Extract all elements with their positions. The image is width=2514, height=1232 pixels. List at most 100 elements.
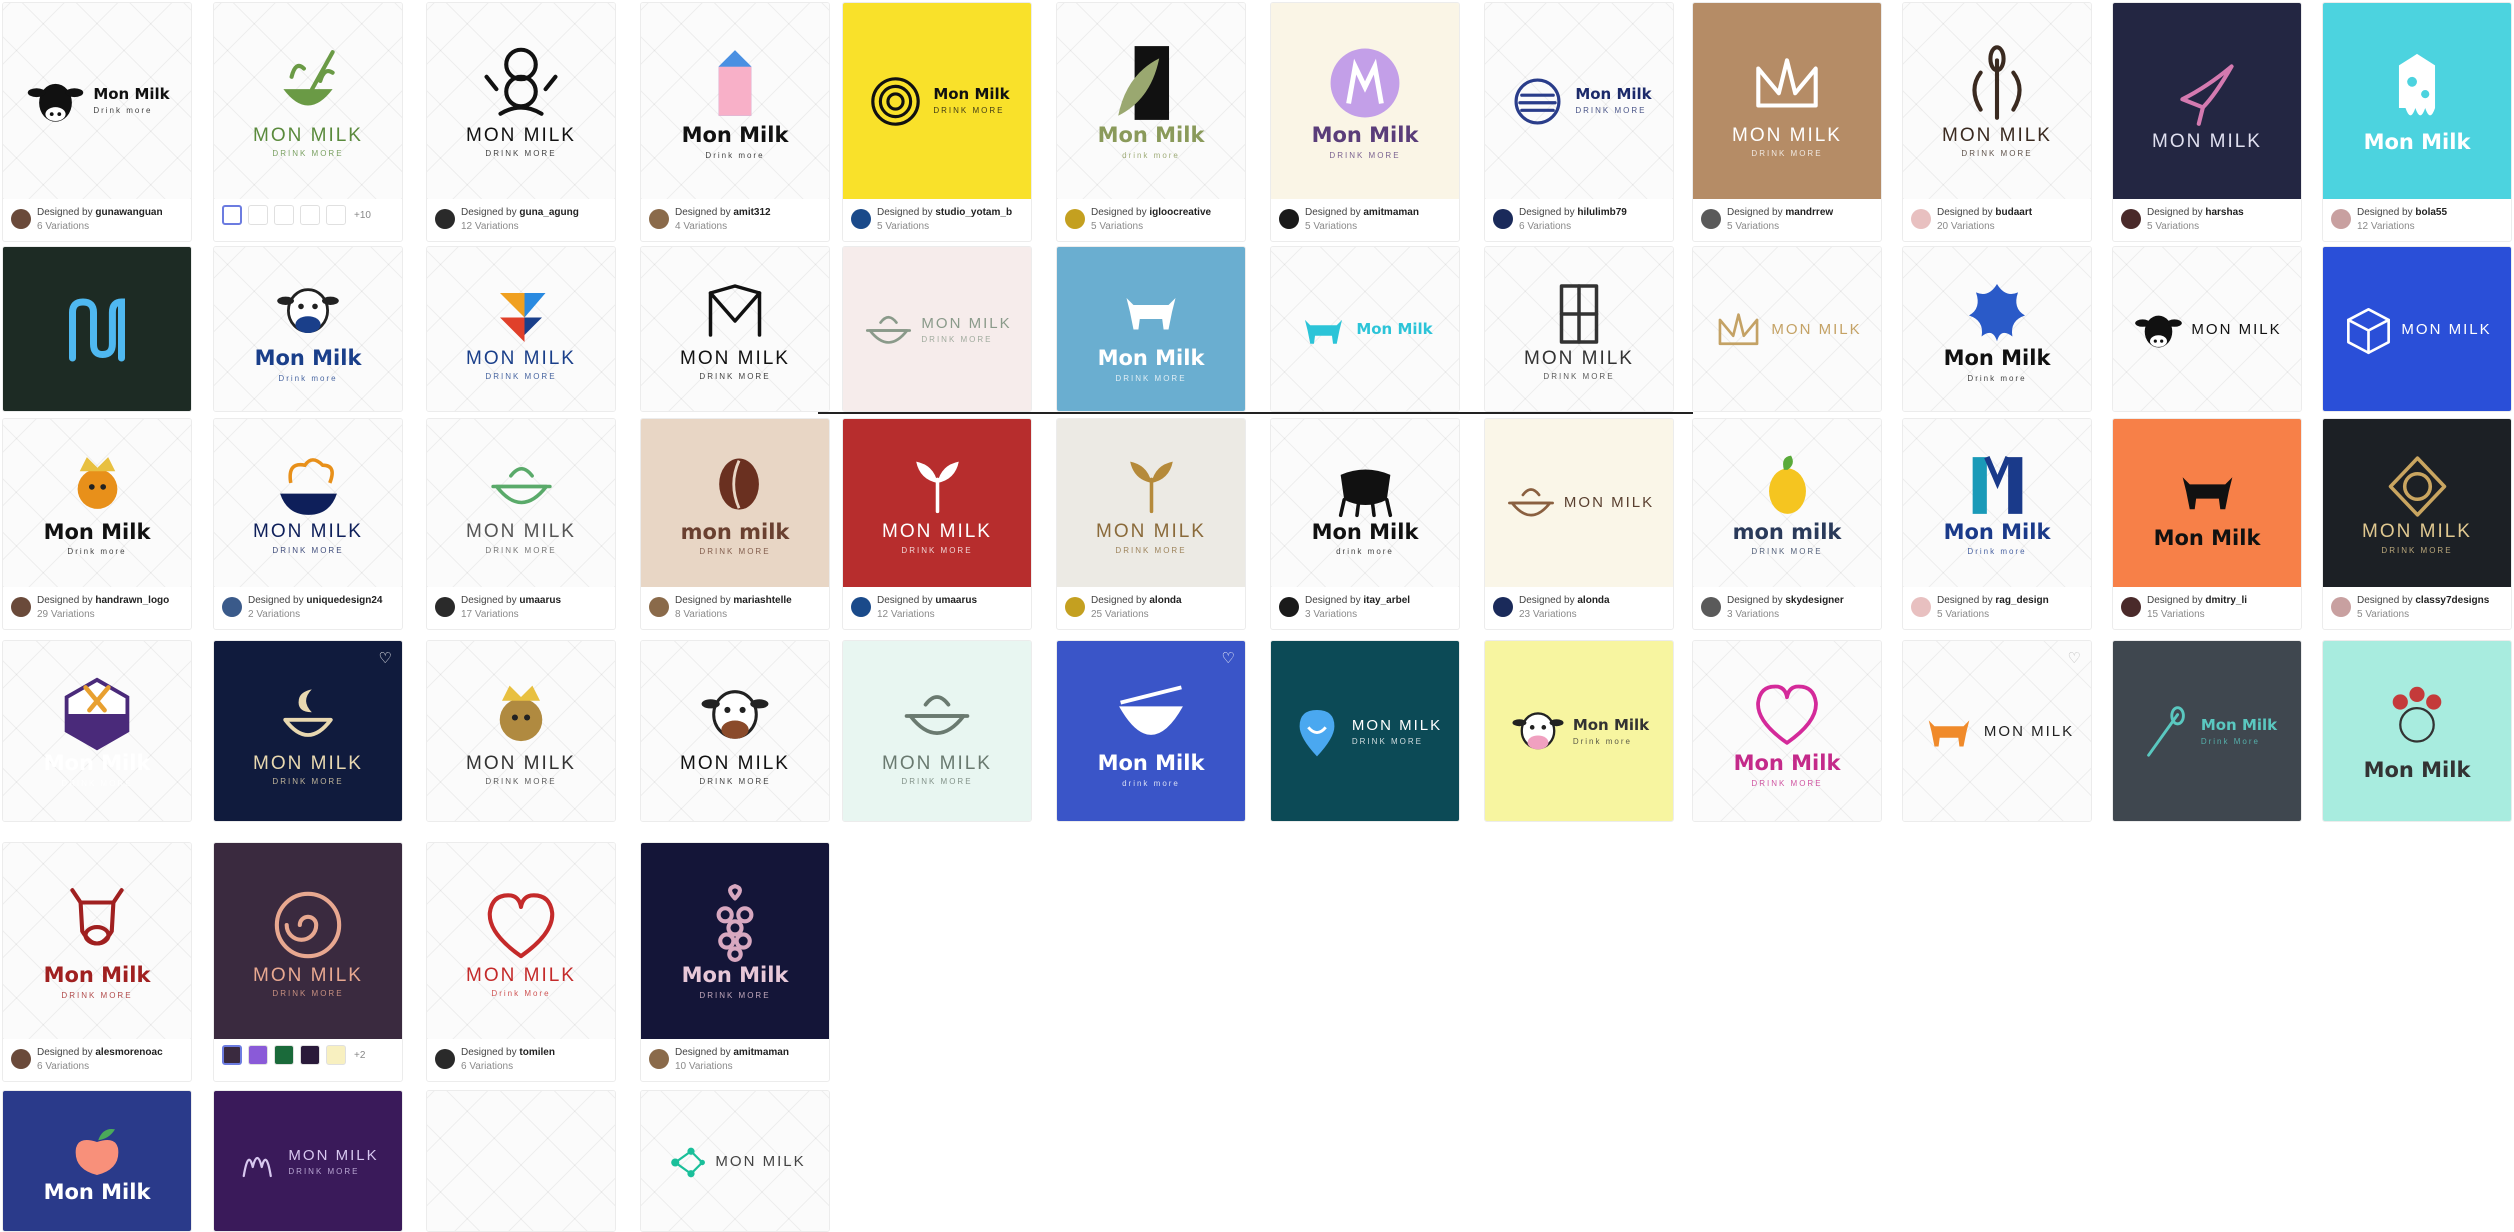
logo-card[interactable]: Mon Milk drink more Designed by igloocreat…: [1056, 2, 1246, 242]
designer-credit[interactable]: Designed by classy7designs: [2357, 595, 2489, 606]
logo-card[interactable]: MON MILK DRINK MORE: [1484, 246, 1674, 412]
logo-card[interactable]: MON MILK: [640, 1090, 830, 1232]
avatar[interactable]: [2331, 209, 2351, 229]
logo-preview[interactable]: Mon Milk DRINK MORE: [641, 843, 829, 1039]
avatar[interactable]: [11, 209, 31, 229]
logo-preview[interactable]: MON MILK DRINK MORE: [1057, 419, 1245, 587]
logo-card[interactable]: Mon Milk Drink more: [1484, 640, 1674, 822]
designer-name[interactable]: harshas: [2205, 207, 2243, 218]
avatar[interactable]: [649, 209, 669, 229]
avatar[interactable]: [435, 209, 455, 229]
logo-preview[interactable]: MON MILK DRINK MORE ♡: [214, 641, 402, 821]
logo-preview[interactable]: Mon Milk Drink more: [3, 3, 191, 199]
logo-preview[interactable]: MON MILK Drink More: [427, 843, 615, 1039]
logo-card[interactable]: Mon Milk Drink more: [1902, 246, 2092, 412]
logo-card[interactable]: MON MILK DRINK MORE +10: [213, 2, 403, 242]
avatar[interactable]: [1911, 597, 1931, 617]
designer-credit[interactable]: Designed by dmitry_li: [2147, 595, 2247, 606]
logo-preview[interactable]: Mon Milk drink more ♡: [1057, 641, 1245, 821]
logo-card[interactable]: [426, 1090, 616, 1232]
avatar[interactable]: [2121, 597, 2141, 617]
logo-card[interactable]: Mon Milk DRINK MORE Designed by hilulimb79…: [1484, 2, 1674, 242]
designer-name[interactable]: classy7designs: [2415, 595, 2489, 606]
designer-credit[interactable]: Designed by budaart: [1937, 207, 2032, 218]
logo-preview[interactable]: MON MILK: [1485, 419, 1673, 587]
logo-preview[interactable]: Mon Milk DRINK MORE: [843, 3, 1031, 199]
avatar[interactable]: [1911, 209, 1931, 229]
designer-credit[interactable]: Designed by amit312: [675, 207, 771, 218]
logo-preview[interactable]: [427, 1091, 615, 1231]
designer-credit[interactable]: Designed by alonda: [1519, 595, 1610, 606]
logo-card[interactable]: MON MILK DRINK MORE: [640, 246, 830, 412]
logo-preview[interactable]: MON MILK DRINK MORE: [843, 247, 1031, 411]
logo-card[interactable]: MON MILK: [2322, 246, 2512, 412]
designer-name[interactable]: handrawn_logo: [95, 595, 169, 606]
logo-preview[interactable]: Mon Milk Drink more: [1903, 247, 2091, 411]
logo-card[interactable]: MON MILK Designed by harshas 5 Variations: [2112, 2, 2302, 242]
logo-preview[interactable]: MON MILK DRINK MORE: [214, 1091, 402, 1231]
logo-preview[interactable]: MON MILK ♡: [1903, 641, 2091, 821]
logo-card[interactable]: MON MILK DRINK MORE Designed by alonda 25 V…: [1056, 418, 1246, 630]
color-swatch[interactable]: [300, 205, 320, 225]
heart-icon[interactable]: ♡: [1222, 649, 1235, 667]
logo-card[interactable]: MON MILK DRINK MORE +2: [213, 842, 403, 1082]
logo-preview[interactable]: Mon Milk: [3, 1091, 191, 1231]
logo-preview[interactable]: Mon Milk Drink more: [641, 3, 829, 199]
designer-credit[interactable]: Designed by alesmorenoac: [37, 1047, 163, 1058]
logo-card[interactable]: Mon Milk Drink more Designed by gunawangua…: [2, 2, 192, 242]
designer-name[interactable]: guna_agung: [519, 207, 578, 218]
designer-name[interactable]: umaarus: [935, 595, 977, 606]
designer-name[interactable]: amitmaman: [733, 1047, 789, 1058]
logo-preview[interactable]: MON MILK DRINK MORE: [214, 3, 402, 199]
designer-name[interactable]: igloocreative: [1149, 207, 1211, 218]
logo-card[interactable]: MON MILK Drink More Designed by tomilen 6 V…: [426, 842, 616, 1082]
designer-name[interactable]: dmitry_li: [2205, 595, 2247, 606]
logo-preview[interactable]: MON MILK DRINK MORE: [427, 247, 615, 411]
designer-name[interactable]: hilulimb79: [1577, 207, 1626, 218]
color-swatch[interactable]: [274, 205, 294, 225]
logo-card[interactable]: MON MILK DRINK MORE Designed by umaarus 12 …: [842, 418, 1032, 630]
color-swatch[interactable]: [222, 205, 242, 225]
designer-credit[interactable]: Designed by guna_agung: [461, 207, 579, 218]
heart-icon[interactable]: ♡: [2068, 649, 2081, 667]
designer-name[interactable]: skydesigner: [1785, 595, 1843, 606]
heart-icon[interactable]: ♡: [379, 649, 392, 667]
logo-card[interactable]: MON MILK DRINK MORE: [842, 246, 1032, 412]
avatar[interactable]: [1279, 209, 1299, 229]
logo-card[interactable]: Mon Milk DRINK MORE: [1056, 246, 1246, 412]
logo-card[interactable]: MON MILK Designed by alonda 23 Variations: [1484, 418, 1674, 630]
designer-name[interactable]: itay_arbel: [1363, 595, 1410, 606]
logo-preview[interactable]: Mon Milk DRINK MORE: [3, 641, 191, 821]
logo-card[interactable]: MON MILK ♡: [1902, 640, 2092, 822]
logo-preview[interactable]: MON MILK: [1693, 247, 1881, 411]
designer-name[interactable]: uniquedesign24: [306, 595, 382, 606]
logo-preview[interactable]: Mon Milk DRINK MORE: [1057, 247, 1245, 411]
avatar[interactable]: [1701, 209, 1721, 229]
logo-card[interactable]: Mon Milk: [2322, 640, 2512, 822]
logo-card[interactable]: Mon Milk DRINK MORE: [1692, 640, 1882, 822]
logo-preview[interactable]: mon milk DRINK MORE: [1693, 419, 1881, 587]
avatar[interactable]: [1701, 597, 1721, 617]
logo-card[interactable]: Mon Milk DRINK MORE Designed by amitmaman 5…: [1270, 2, 1460, 242]
logo-preview[interactable]: MON MILK DRINK MORE: [641, 247, 829, 411]
designer-name[interactable]: budaart: [1995, 207, 2032, 218]
designer-name[interactable]: alonda: [1577, 595, 1609, 606]
logo-preview[interactable]: Mon Milk: [2323, 3, 2511, 199]
logo-preview[interactable]: MON MILK DRINK MORE: [1271, 641, 1459, 821]
designer-credit[interactable]: Designed by rag_design: [1937, 595, 2049, 606]
logo-card[interactable]: MON MILK DRINK MORE ♡: [213, 640, 403, 822]
logo-card[interactable]: MON MILK DRINK MORE Designed by uniquedesi…: [213, 418, 403, 630]
logo-preview[interactable]: Mon Milk Drink More: [2113, 641, 2301, 821]
logo-card[interactable]: Mon Milk: [1270, 246, 1460, 412]
logo-card[interactable]: MON MILK DRINK MORE: [640, 640, 830, 822]
avatar[interactable]: [11, 597, 31, 617]
logo-preview[interactable]: Mon Milk DRINK MORE: [1485, 3, 1673, 199]
color-swatch[interactable]: [248, 205, 268, 225]
designer-name[interactable]: rag_design: [1995, 595, 2048, 606]
avatar[interactable]: [1493, 597, 1513, 617]
logo-card[interactable]: [2, 246, 192, 412]
logo-card[interactable]: Mon Milk Designed by bola55 12 Variations: [2322, 2, 2512, 242]
logo-preview[interactable]: MON MILK DRINK MORE: [427, 641, 615, 821]
avatar[interactable]: [435, 1049, 455, 1069]
color-swatch[interactable]: [274, 1045, 294, 1065]
